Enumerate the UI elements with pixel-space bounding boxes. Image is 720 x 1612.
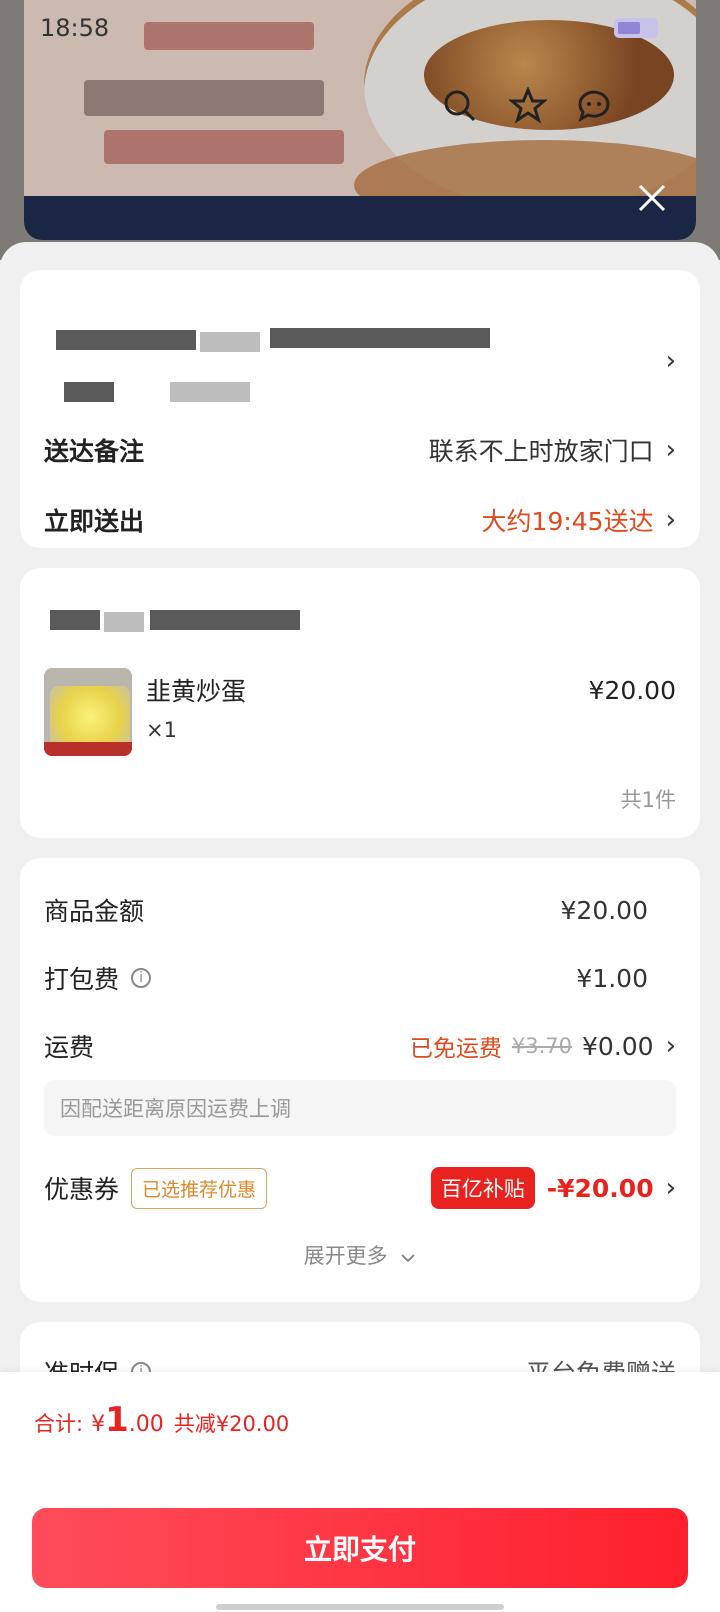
subsidy-badge: 百亿补贴: [430, 1167, 535, 1209]
item-count: 共1件: [620, 788, 676, 812]
coupon-selected-tag: 已选推荐优惠: [131, 1167, 268, 1209]
dish-name: 韭黄炒蛋: [146, 677, 247, 706]
freight-value: ¥0.00: [582, 1031, 654, 1061]
goods-amount-label: 商品金额: [44, 897, 145, 926]
home-indicator: [216, 1604, 504, 1610]
total-summary: 合计: ¥ 1 .00 共减¥20.00: [34, 1400, 289, 1440]
total-discount: 共减¥20.00: [173, 1412, 290, 1436]
address-chevron-icon: ›: [665, 346, 676, 376]
delivery-time-label: 立即送出: [44, 507, 145, 536]
blurred-contact: [64, 382, 114, 402]
battery-icon: [614, 18, 658, 38]
dish-price: ¥20.00: [588, 676, 676, 705]
chevron-right-icon: ›: [665, 505, 676, 535]
packing-fee-value: ¥1.00: [576, 963, 648, 993]
expand-more-label: 展开更多: [303, 1244, 388, 1268]
total-decimal: .00: [128, 1412, 164, 1437]
order-items-card: 韭黄炒蛋 ×1 ¥20.00 共1件: [20, 568, 700, 838]
chevron-down-icon: [400, 1244, 416, 1268]
delivery-remark-row[interactable]: 送达备注 联系不上时放家门口 ›: [44, 430, 676, 470]
status-time: 18:58: [40, 14, 110, 42]
info-icon[interactable]: i: [131, 968, 152, 988]
star-icon[interactable]: [508, 86, 548, 126]
coupon-label: 优惠券: [44, 1175, 120, 1204]
chevron-right-icon: ›: [665, 1031, 676, 1061]
freight-label: 运费: [44, 1033, 95, 1062]
freight-free-text: 已免运费: [409, 1036, 502, 1062]
dish-quantity: ×1: [146, 718, 177, 742]
total-label: 合计:: [34, 1412, 84, 1436]
chat-icon[interactable]: [574, 86, 614, 126]
coupon-discount-value: -¥20.00: [546, 1173, 654, 1203]
delivery-remark-label: 送达备注: [44, 437, 145, 466]
freight-original-price: ¥3.70: [511, 1034, 573, 1058]
packing-fee-label: 打包费: [44, 965, 120, 994]
blurred-address: [56, 330, 196, 350]
delivery-time-value: 大约19:45送达: [481, 507, 654, 536]
expand-more-button[interactable]: 展开更多: [20, 1240, 700, 1270]
fees-card: 商品金额 ¥20.00 打包费 i ¥1.00 运费 已免运费 ¥3.70 ¥0…: [20, 858, 700, 1302]
packing-fee-row: 打包费 i ¥1.00: [44, 958, 676, 998]
search-icon[interactable]: [440, 86, 480, 126]
delivery-time-row[interactable]: 立即送出 大约19:45送达 ›: [44, 500, 676, 540]
chevron-right-icon: ›: [665, 1173, 676, 1203]
goods-amount-row: 商品金额 ¥20.00: [44, 890, 676, 930]
total-currency: ¥: [91, 1412, 106, 1437]
coupon-row[interactable]: 优惠券 已选推荐优惠 百亿补贴 -¥20.00 ›: [44, 1166, 676, 1210]
total-integer: 1: [105, 1400, 129, 1440]
goods-amount-value: ¥20.00: [560, 895, 648, 925]
chevron-right-icon: ›: [665, 435, 676, 465]
store-banner: 18:58: [0, 0, 720, 260]
close-icon[interactable]: [632, 178, 672, 218]
blurred-store-name: [50, 610, 100, 630]
delivery-remark-value: 联系不上时放家门口: [428, 437, 654, 466]
freight-row[interactable]: 运费 已免运费 ¥3.70 ¥0.00 ›: [44, 1026, 676, 1066]
pay-now-button[interactable]: 立即支付: [32, 1508, 688, 1588]
address-card[interactable]: › 送达备注 联系不上时放家门口 › 立即送出 大约19:45送达 ›: [20, 270, 700, 548]
freight-note: 因配送距离原因运费上调: [44, 1080, 676, 1136]
dish-thumbnail[interactable]: [44, 668, 132, 756]
